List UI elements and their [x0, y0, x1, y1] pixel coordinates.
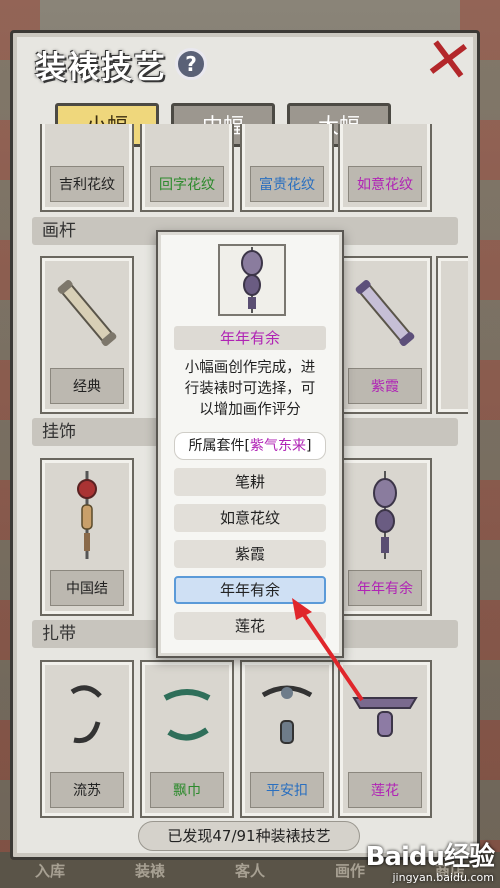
set-prefix: 所属套件[ [188, 438, 250, 454]
card-label: 回字花纹 [150, 166, 224, 202]
card-ruyi[interactable]: 如意花纹 [338, 124, 432, 212]
card-label: 飘巾 [150, 772, 224, 808]
set-option[interactable]: 莲花 [174, 612, 326, 640]
description-line: 小幅画创作完成，进 [184, 360, 316, 376]
card-fugui[interactable]: 富贵花纹 [240, 124, 334, 212]
card-label: 富贵花纹 [250, 166, 324, 202]
set-option-selected[interactable]: 年年有余 [174, 576, 326, 604]
card-label: 吉利花纹 [50, 166, 124, 202]
card-niannianyouyu[interactable]: 年年有余 [338, 458, 432, 616]
card-label: 如意花纹 [348, 166, 422, 202]
scarf-icon [152, 672, 222, 762]
fish-pendant-icon [350, 470, 420, 560]
card-label: 紫霞 [348, 368, 422, 404]
card-jingdian[interactable]: 经典 [40, 256, 134, 414]
set-option[interactable]: 笔耕 [174, 468, 326, 496]
popup-description: 小幅画创作完成，进 行装裱时可选择，可 以增加画作评分 [172, 358, 328, 421]
set-info: 所属套件[紫气东来] [174, 432, 326, 460]
card-lianhua[interactable]: 莲花 [338, 660, 432, 818]
card-label: 流苏 [50, 772, 124, 808]
card-huizi[interactable]: 回字花纹 [140, 124, 234, 212]
discover-count: 已发现47/91种装裱技艺 [138, 821, 360, 851]
ribbon-icon [52, 672, 122, 762]
bottom-nav-item[interactable]: 装裱 [135, 860, 165, 881]
baidu-watermark: Baidu经验 jingyan.baidu.com [365, 842, 495, 884]
card-jili[interactable]: 吉利花纹 [40, 124, 134, 212]
bottom-nav-item[interactable]: 入库 [35, 860, 65, 881]
card-liusu[interactable]: 流苏 [40, 660, 134, 818]
set-name: 紫气东来 [250, 438, 306, 454]
peace-buckle-icon [252, 672, 322, 762]
item-detail-popup: 年年有余 小幅画创作完成，进 行装裱时可选择，可 以增加画作评分 所属套件[紫气… [156, 230, 344, 658]
chinese-knot-icon [52, 470, 122, 560]
scroll-rod-icon [52, 268, 122, 358]
description-line: 行装裱时可选择，可 [184, 381, 316, 397]
help-icon[interactable]: ? [175, 48, 207, 80]
fish-pendant-icon [218, 244, 286, 316]
page-title: 装裱技艺 [35, 49, 167, 86]
card-partial [436, 256, 468, 414]
card-piaojin[interactable]: 飘巾 [140, 660, 234, 818]
scroll-rod-icon [350, 268, 420, 358]
set-suffix: ] [306, 438, 312, 454]
lotus-band-icon [350, 672, 420, 762]
card-pinganlou[interactable]: 平安扣 [240, 660, 334, 818]
card-label: 中国结 [50, 570, 124, 606]
bottom-nav-item[interactable]: 客人 [235, 860, 265, 881]
bottom-nav-item[interactable]: 画作 [335, 860, 365, 881]
title-banner: 装裱技艺 ? [35, 33, 245, 95]
card-label: 年年有余 [348, 570, 422, 606]
card-label: 平安扣 [250, 772, 324, 808]
popup-item-name: 年年有余 [174, 326, 326, 350]
card-label: 莲花 [348, 772, 422, 808]
watermark-url: jingyan.baidu.com [392, 870, 494, 884]
set-option[interactable]: 紫霞 [174, 540, 326, 568]
close-button[interactable]: ✕ [419, 23, 477, 97]
watermark-brand: Baidu经验 [365, 842, 495, 873]
card-zixia[interactable]: 紫霞 [338, 256, 432, 414]
card-zhongguojie[interactable]: 中国结 [40, 458, 134, 616]
description-line: 以增加画作评分 [199, 402, 301, 418]
set-option[interactable]: 如意花纹 [174, 504, 326, 532]
card-label: 经典 [50, 368, 124, 404]
